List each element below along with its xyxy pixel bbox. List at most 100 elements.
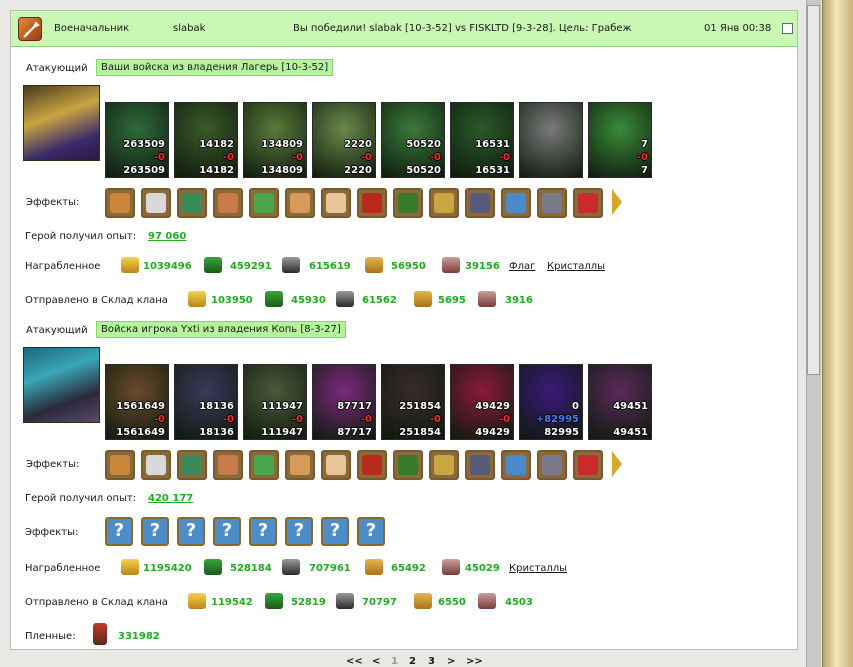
ore-icon	[282, 559, 300, 575]
ornament-border	[822, 0, 853, 667]
effect-icon[interactable]	[537, 188, 567, 218]
ore-icon	[336, 593, 354, 609]
hero-portrait[interactable]	[23, 347, 100, 423]
unit-card[interactable]: 16531 -0 16531	[450, 102, 514, 178]
wood-icon	[265, 593, 283, 609]
effect-icon[interactable]	[393, 450, 423, 480]
unit-card[interactable]: 7 -0 7	[588, 102, 652, 178]
select-checkbox[interactable]	[782, 23, 793, 34]
effect-icon[interactable]	[573, 450, 603, 480]
unit-count: 50520	[406, 139, 441, 150]
effect-icon[interactable]	[357, 188, 387, 218]
unit-card[interactable]: 2220 -0 2220	[312, 102, 376, 178]
effect-icon[interactable]	[249, 450, 279, 480]
grain-icon	[365, 559, 383, 575]
pager-first[interactable]: <<	[346, 656, 363, 667]
crystals-link[interactable]: Кристаллы	[547, 261, 605, 272]
hero-exp-value[interactable]: 420 177	[148, 493, 193, 504]
unit-count: 1561649	[116, 401, 165, 412]
effect-icon[interactable]	[105, 450, 135, 480]
unit-count: 18136	[199, 401, 234, 412]
resource-value: 119542	[211, 597, 253, 608]
pager-last[interactable]: >>	[466, 656, 483, 667]
flag-link[interactable]: Флаг	[509, 261, 535, 272]
loot-label: Награбленное	[25, 261, 101, 272]
effect-icon[interactable]	[573, 188, 603, 218]
effects-scroll-right-icon[interactable]	[612, 189, 622, 215]
effect-icon[interactable]	[285, 450, 315, 480]
crystals-link[interactable]: Кристаллы	[509, 563, 567, 574]
effect-icon[interactable]	[321, 188, 351, 218]
effect-icon[interactable]	[177, 188, 207, 218]
unknown-effect-icon[interactable]: ?	[321, 517, 349, 546]
unknown-effect-icon[interactable]: ?	[213, 517, 241, 546]
unit-lost: +82995	[535, 414, 579, 425]
unit-card[interactable]: 1561649 -0 1561649	[105, 364, 169, 440]
effect-icon[interactable]	[213, 188, 243, 218]
unknown-effect-icon[interactable]: ?	[357, 517, 385, 546]
unit-card[interactable]: 251854 -0 251854	[381, 364, 445, 440]
unit-card[interactable]: 49451 49451	[588, 364, 652, 440]
pager-next[interactable]: >	[447, 656, 455, 667]
unknown-effect-icon[interactable]: ?	[141, 517, 169, 546]
unknown-effect-icon[interactable]: ?	[105, 517, 133, 546]
unit-card[interactable]: 50520 -0 50520	[381, 102, 445, 178]
effect-icon[interactable]	[177, 450, 207, 480]
prisoners-value: 331982	[118, 631, 160, 642]
unit-count: 2220	[344, 139, 372, 150]
effect-icon[interactable]	[141, 188, 171, 218]
effect-icon[interactable]	[501, 450, 531, 480]
effect-icon[interactable]	[249, 188, 279, 218]
effect-icon[interactable]	[285, 188, 315, 218]
effect-icon[interactable]	[501, 188, 531, 218]
gold-icon	[188, 291, 206, 307]
unit-card[interactable]	[519, 102, 583, 178]
stone-icon	[478, 291, 496, 307]
effect-icon[interactable]	[105, 188, 135, 218]
pager-page-3[interactable]: 3	[428, 656, 435, 667]
effect-icon[interactable]	[321, 450, 351, 480]
effect-icon[interactable]	[465, 450, 495, 480]
unit-card[interactable]: 111947 -0 111947	[243, 364, 307, 440]
scrollbar-thumb[interactable]	[807, 5, 820, 375]
effect-icon[interactable]	[357, 450, 387, 480]
pager-page-2[interactable]: 2	[409, 656, 416, 667]
hero-portrait[interactable]	[23, 85, 100, 161]
unit-card[interactable]: 263509 -0 263509	[105, 102, 169, 178]
unit-lost: -0	[153, 152, 165, 163]
resource-value: 45029	[465, 563, 500, 574]
unit-card[interactable]: 18136 -0 18136	[174, 364, 238, 440]
effects-label: Эффекты:	[26, 459, 80, 470]
unit-card[interactable]: 0 +82995 82995	[519, 364, 583, 440]
resource-value: 528184	[230, 563, 272, 574]
effect-icon[interactable]	[465, 188, 495, 218]
effect-icon[interactable]	[429, 188, 459, 218]
unknown-effect-icon[interactable]: ?	[249, 517, 277, 546]
effect-icon[interactable]	[393, 188, 423, 218]
effect-icon[interactable]	[141, 450, 171, 480]
attacker-label: Атакующий	[26, 63, 88, 74]
effects-scroll-right-icon[interactable]	[612, 451, 622, 477]
effect-icon[interactable]	[537, 450, 567, 480]
unit-lost: -0	[498, 152, 510, 163]
hero-exp-value[interactable]: 97 060	[148, 231, 186, 242]
effect-icon[interactable]	[213, 450, 243, 480]
resource-value: 459291	[230, 261, 272, 272]
resource-value: 4503	[505, 597, 533, 608]
unit-count: 49451	[613, 401, 648, 412]
unknown-effect-icon[interactable]: ?	[177, 517, 205, 546]
pager-prev[interactable]: <	[372, 656, 380, 667]
resource-value: 5695	[438, 295, 466, 306]
unit-card[interactable]: 14182 -0 14182	[174, 102, 238, 178]
unknown-effect-icon[interactable]: ?	[285, 517, 313, 546]
unit-left: 50520	[406, 165, 441, 176]
resource-value: 56950	[391, 261, 426, 272]
unit-card[interactable]: 87717 -0 87717	[312, 364, 376, 440]
battle-datetime: 01 Янв 00:38	[704, 23, 772, 34]
effect-icon[interactable]	[429, 450, 459, 480]
wood-icon	[265, 291, 283, 307]
unit-count: 49429	[475, 401, 510, 412]
unit-card[interactable]: 134809 -0 134809	[243, 102, 307, 178]
unit-card[interactable]: 49429 -0 49429	[450, 364, 514, 440]
unit-lost: -0	[429, 414, 441, 425]
